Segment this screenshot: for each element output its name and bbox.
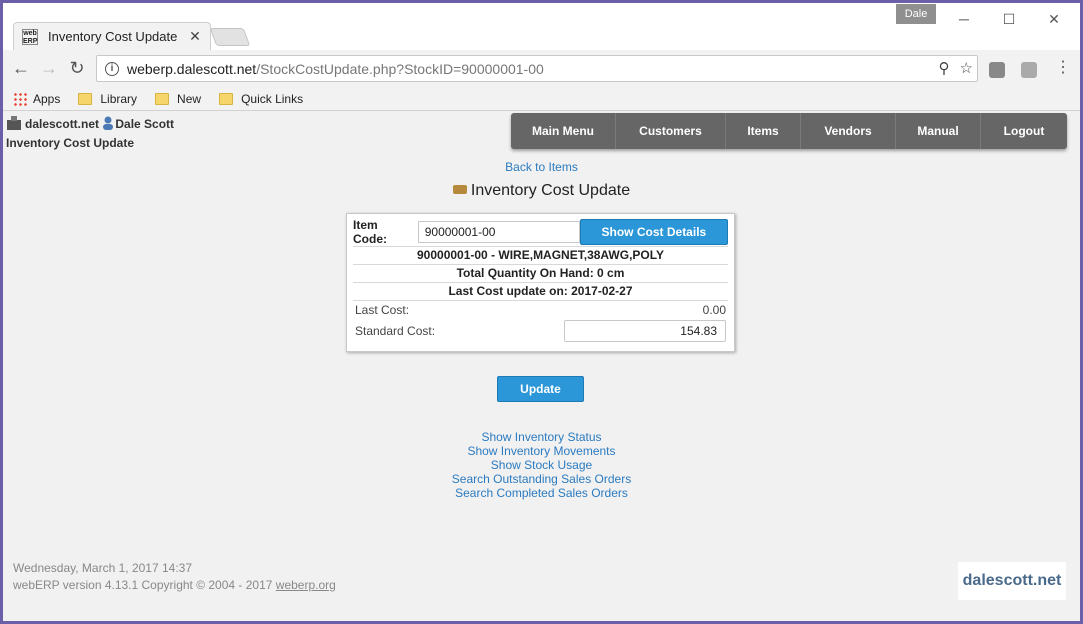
bookmarks-bar: Apps Library New Quick Links [3,87,1080,111]
bookmark-label: Quick Links [241,91,304,106]
folder-icon [78,92,93,105]
footer-datetime: Wednesday, March 1, 2017 14:37 [13,561,193,575]
standard-cost-row: Standard Cost: [353,318,728,344]
page-title-text: Inventory Cost Update [470,182,631,199]
update-button[interactable]: Update [497,376,584,402]
footer: Wednesday, March 1, 2017 14:37 webERP ve… [13,560,336,594]
profile-badge[interactable]: Dale [896,4,936,24]
new-tab-button[interactable] [209,28,251,46]
bookmark-apps[interactable]: Apps [13,91,61,106]
nav-items[interactable]: Items [726,113,801,149]
user-name[interactable]: Dale Scott [115,117,174,131]
site-name: dalescott.net [25,117,100,131]
extension-icon-2[interactable] [1021,62,1037,78]
folder-icon [155,92,170,105]
app-header: dalescott.net Dale Scott Inventory Cost … [6,115,174,153]
link-inventory-status[interactable]: Show Inventory Status [481,430,601,444]
company-icon [6,116,22,130]
browser-tab[interactable]: web ERP Inventory Cost Update ✕ [13,22,211,50]
tab-strip: web ERP Inventory Cost Update ✕ Dale ─ ☐… [3,3,1080,50]
bookmark-quick-links[interactable]: Quick Links [219,92,303,106]
close-window-icon[interactable]: ✕ [1044,9,1064,29]
address-bar[interactable]: i weberp.dalescott.net/StockCostUpdate.p… [96,55,978,82]
weberp-link[interactable]: weberp.org [276,578,336,592]
reload-icon[interactable]: ↻ [66,57,88,79]
back-to-items-link[interactable]: Back to Items [505,160,578,174]
folder-icon [219,92,234,105]
item-description: 90000001-00 - WIRE,MAGNET,38AWG,POLY [353,246,728,264]
standard-cost-label: Standard Cost: [355,324,436,338]
bookmark-new[interactable]: New [155,92,201,106]
nav-vendors[interactable]: Vendors [801,113,896,149]
header-page-name: Inventory Cost Update [6,136,135,150]
link-stock-usage[interactable]: Show Stock Usage [491,458,592,472]
back-arrow-icon[interactable]: ← [10,57,32,79]
standard-cost-input[interactable] [564,320,726,342]
nav-manual[interactable]: Manual [896,113,981,149]
tab-title: Inventory Cost Update [48,29,178,44]
show-cost-details-button[interactable]: Show Cost Details [579,219,728,245]
zoom-icon[interactable]: ⚲ [939,59,950,77]
nav-customers[interactable]: Customers [616,113,726,149]
last-cost-update: Last Cost update on: 2017-02-27 [353,282,728,300]
back-link-row: Back to Items [3,158,1080,176]
minimize-icon[interactable]: ─ [954,9,974,29]
maximize-icon[interactable]: ☐ [999,9,1019,29]
page-title: Inventory Cost Update [3,182,1080,200]
tab-close-icon[interactable]: ✕ [188,28,202,45]
url-path: /StockCostUpdate.php?StockID=90000001-00 [256,60,544,77]
browser-menu-icon[interactable]: ⋮ [1055,56,1071,80]
link-completed-sales-orders[interactable]: Search Completed Sales Orders [455,486,628,500]
item-code-input[interactable] [417,221,580,243]
item-code-label: Item Code: [353,218,387,246]
link-outstanding-sales-orders[interactable]: Search Outstanding Sales Orders [452,472,631,486]
nav-main-menu[interactable]: Main Menu [511,113,616,149]
bookmark-star-icon[interactable]: ☆ [960,59,973,77]
bookmark-library[interactable]: Library [78,92,137,106]
last-cost-label: Last Cost: [355,302,410,317]
last-cost-value: 0.00 [702,302,726,317]
last-cost-row: Last Cost: 0.00 [353,300,728,318]
user-icon [102,116,114,130]
truck-icon [452,185,467,194]
weberp-favicon-icon: web ERP [22,28,38,45]
quantity-on-hand: Total Quantity On Hand: 0 cm [353,264,728,282]
main-nav: Main Menu Customers Items Vendors Manual… [511,113,1067,149]
info-icon[interactable]: i [105,61,119,76]
footer-version-text: webERP version 4.13.1 Copyright © 2004 -… [13,578,276,592]
footer-version: webERP version 4.13.1 Copyright © 2004 -… [13,577,336,594]
browser-window: web ERP Inventory Cost Update ✕ Dale ─ ☐… [3,3,1080,621]
apps-grid-icon [13,91,27,106]
related-links: Show Inventory Status Show Inventory Mov… [3,430,1080,500]
url-host: weberp.dalescott.net [127,60,257,77]
browser-toolbar: ← → ↻ i weberp.dalescott.net/StockCostUp… [3,50,1080,87]
bookmark-label: Library [100,91,138,106]
page-content: dalescott.net Dale Scott Inventory Cost … [3,112,1080,621]
extension-icon[interactable] [989,62,1005,78]
dalescott-logo: dalescott.net [958,562,1066,600]
bookmark-label: New [177,91,202,106]
link-inventory-movements[interactable]: Show Inventory Movements [467,444,615,458]
bookmark-label: Apps [33,91,61,106]
nav-logout[interactable]: Logout [981,113,1067,149]
cost-form: Item Code: Show Cost Details 90000001-00… [346,213,735,352]
forward-arrow-icon[interactable]: → [38,57,60,79]
